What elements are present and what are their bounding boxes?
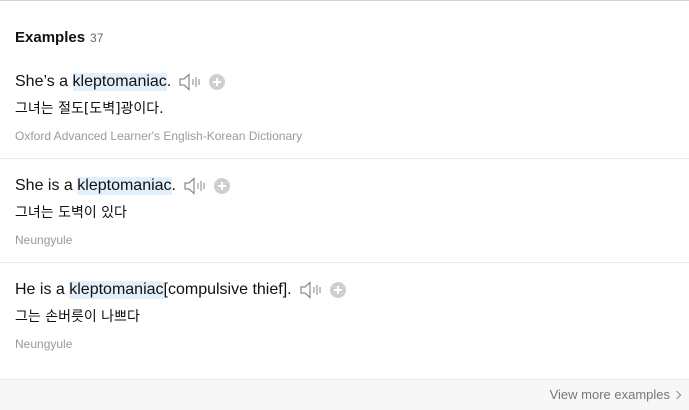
example-item: He is a kleptomaniac [compulsive thief].… bbox=[15, 279, 689, 351]
example-item: She’s a kleptomaniac . 그녀는 절도[도벽]광이다. Ox… bbox=[15, 71, 689, 143]
example-prefix: She’s a bbox=[15, 73, 73, 90]
speaker-icon[interactable] bbox=[179, 73, 203, 91]
example-keyword[interactable]: kleptomaniac bbox=[72, 73, 167, 91]
example-suffix: . bbox=[166, 73, 172, 90]
example-suffix: . bbox=[171, 177, 176, 194]
example-suffix: [compulsive thief]. bbox=[163, 281, 292, 298]
examples-title: Examples bbox=[15, 29, 86, 46]
example-source: Neungyule bbox=[15, 233, 73, 247]
example-sentence: She is a kleptomaniac . bbox=[15, 175, 689, 197]
example-sentence: She’s a kleptomaniac . bbox=[15, 71, 689, 93]
example-prefix: He is a bbox=[15, 281, 70, 298]
examples-count: 37 bbox=[90, 31, 104, 45]
divider bbox=[0, 158, 689, 159]
example-sentence: He is a kleptomaniac [compulsive thief]. bbox=[15, 279, 689, 301]
view-more-examples-link[interactable]: View more examples bbox=[549, 387, 682, 402]
divider bbox=[0, 262, 689, 263]
speaker-icon[interactable] bbox=[184, 177, 208, 195]
examples-footer: View more examples bbox=[0, 379, 689, 410]
plus-circle-icon[interactable] bbox=[209, 74, 226, 90]
example-keyword[interactable]: kleptomaniac bbox=[77, 177, 172, 195]
speaker-icon[interactable] bbox=[299, 281, 324, 299]
examples-section: Examples 37 She’s a kleptomaniac . 그녀는 절… bbox=[0, 0, 689, 410]
example-translation: 그녀는 도벽이 있다 bbox=[15, 205, 127, 221]
example-source: Neungyule bbox=[15, 337, 73, 351]
example-translation: 그는 손버릇이 나쁘다 bbox=[15, 309, 140, 325]
examples-header: Examples 37 bbox=[15, 29, 103, 46]
example-keyword[interactable]: kleptomaniac bbox=[69, 281, 164, 299]
example-item: She is a kleptomaniac . 그녀는 도벽이 있다 Neung… bbox=[15, 175, 689, 247]
plus-circle-icon[interactable] bbox=[329, 282, 346, 298]
example-prefix: She is a bbox=[15, 177, 78, 194]
plus-circle-icon[interactable] bbox=[214, 178, 230, 194]
chevron-right-icon bbox=[672, 390, 682, 399]
example-source: Oxford Advanced Learner's English-Korean… bbox=[15, 129, 303, 143]
view-more-label: View more examples bbox=[549, 387, 670, 402]
example-translation: 그녀는 절도[도벽]광이다. bbox=[15, 101, 164, 117]
